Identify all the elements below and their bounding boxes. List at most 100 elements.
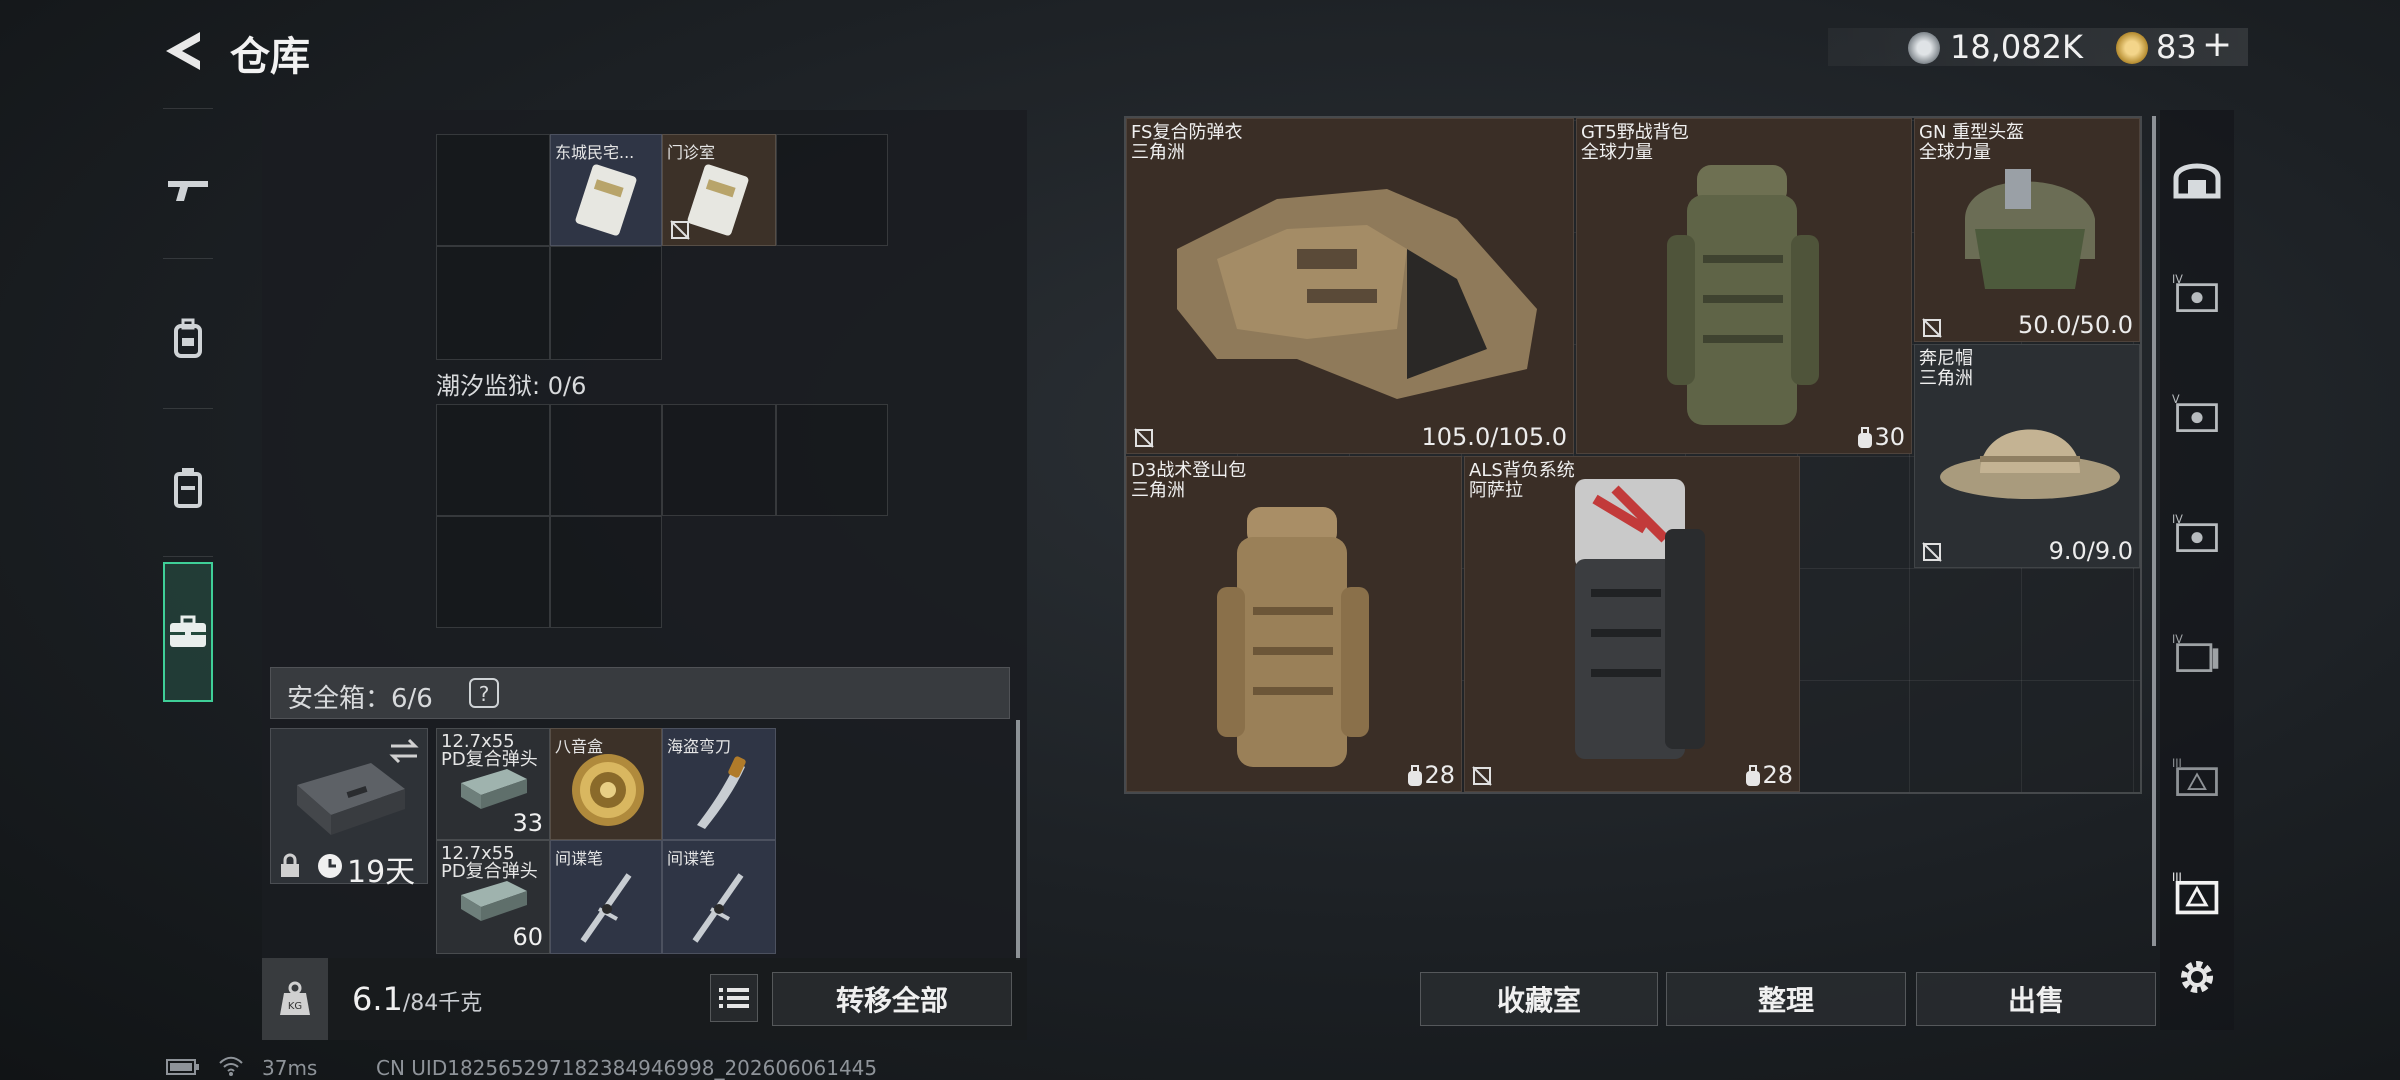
no-insurance-icon — [1922, 318, 1942, 338]
curved-knife-icon — [697, 756, 746, 829]
weight-readout: 6.1/84千克 — [352, 980, 482, 1018]
item-name: 间谍笔 — [667, 849, 716, 868]
grid-slot[interactable] — [436, 134, 550, 246]
knife-item[interactable]: 海盗弯刀 — [662, 728, 776, 840]
weight-value: 6.1 — [352, 980, 403, 1018]
battery-icon — [166, 1059, 199, 1075]
safebox-case[interactable]: 19天 — [270, 728, 428, 890]
safebox-label: 安全箱：6/6 — [287, 684, 433, 714]
settings-button[interactable] — [2172, 952, 2222, 1002]
heavy-helmet-icon — [1965, 169, 2095, 289]
ammo-item[interactable]: 12.7x55 PD复合弹头 60 — [436, 840, 550, 954]
clock-icon — [318, 854, 342, 878]
rail-scrollbar[interactable] — [2152, 116, 2156, 946]
grid-slot[interactable] — [776, 134, 888, 246]
add-currency-button[interactable]: + — [2202, 24, 2232, 65]
armor-item[interactable]: FS复合防弹衣 三角洲 105.0/105.0 — [1126, 118, 1574, 454]
keycard-item[interactable]: 东城民宅... — [550, 134, 662, 246]
wifi-icon — [219, 1056, 243, 1076]
no-insurance-icon — [1472, 766, 1492, 786]
item-source: 阿萨拉 — [1469, 480, 1523, 501]
backpack-item[interactable]: GT5野战背包 全球力量 30 — [1576, 118, 1912, 454]
item-name: 奔尼帽 — [1919, 348, 1973, 369]
filter-rig-iv[interactable]: IV — [2172, 628, 2222, 678]
item-name: FS复合防弹衣 — [1131, 122, 1243, 143]
rail-divider — [163, 408, 213, 409]
no-insurance-icon — [1134, 428, 1154, 448]
armor-filter-icon: IV — [2172, 513, 2218, 552]
capacity-icon — [1858, 427, 1872, 448]
field-backpack-icon — [1667, 165, 1819, 425]
filter-case-active[interactable]: III — [2172, 868, 2222, 918]
grid-slot[interactable] — [662, 404, 776, 516]
scrollbar[interactable] — [1016, 720, 1020, 960]
vest-icon — [174, 468, 202, 508]
tab-backpacks[interactable] — [163, 268, 213, 408]
list-view-button[interactable] — [710, 974, 758, 1022]
grid-slot[interactable] — [550, 404, 662, 516]
grid-slot[interactable] — [550, 516, 662, 628]
durability: 105.0/105.0 — [1421, 423, 1568, 451]
music-box-item[interactable]: 八音盒 — [550, 728, 662, 840]
item-count: 60 — [512, 923, 543, 951]
filter-armor-iv[interactable]: IV — [2172, 268, 2222, 318]
briefcase-icon — [170, 615, 206, 647]
rig-filter-icon: IV — [2172, 633, 2219, 672]
grid-slot[interactable] — [436, 516, 550, 628]
capacity: 28 — [1424, 761, 1455, 789]
filter-helmet[interactable] — [2172, 154, 2222, 204]
filter-case-iii[interactable]: III — [2172, 752, 2222, 802]
backpack-item[interactable]: D3战术登山包 三角洲 28 — [1126, 456, 1462, 792]
svg-text:KG: KG — [288, 1001, 302, 1012]
item-name: GN 重型头盔 — [1919, 122, 2025, 143]
capacity-icon — [1408, 765, 1422, 786]
backpack-icon — [174, 318, 202, 358]
grid-slot[interactable] — [550, 246, 662, 360]
tab-weapons[interactable] — [163, 120, 213, 260]
sell-button[interactable]: 出售 — [1916, 972, 2156, 1026]
keycard-icon — [575, 164, 637, 236]
weight-max: /84千克 — [402, 991, 483, 1016]
grid-slot[interactable] — [776, 404, 888, 516]
tab-cases[interactable] — [163, 562, 213, 702]
coupon-icon — [2116, 32, 2148, 64]
pen-icon — [692, 873, 744, 943]
no-insurance-icon — [1922, 542, 1942, 562]
spy-pen-item[interactable]: 间谍笔 — [550, 840, 662, 954]
mountaineering-backpack-icon — [1217, 507, 1369, 767]
item-source: 全球力量 — [1581, 142, 1653, 163]
filter-armor-v[interactable]: V — [2172, 388, 2222, 438]
safebox-header: 安全箱：6/6 ? — [270, 667, 1010, 719]
capacity: 30 — [1874, 423, 1905, 451]
item-source: 三角洲 — [1919, 368, 1973, 389]
hat-item[interactable]: 奔尼帽 三角洲 9.0/9.0 — [1914, 344, 2140, 568]
grid-slot[interactable] — [436, 246, 550, 360]
filter-armor-iv-2[interactable]: IV — [2172, 508, 2222, 558]
weight-icon: KG — [280, 981, 310, 1015]
keycard-item[interactable]: 门诊室 — [662, 134, 776, 246]
item-name: 东城民宅... — [555, 143, 635, 162]
capacity: 28 — [1762, 761, 1793, 789]
capacity-icon — [1746, 765, 1760, 786]
carrier-system-icon — [1575, 479, 1705, 759]
swap-icon[interactable] — [387, 737, 421, 765]
boonie-hat-icon — [1940, 429, 2120, 499]
sort-button[interactable]: 整理 — [1666, 972, 1906, 1026]
item-name: 间谍笔 — [555, 849, 604, 868]
durability: 9.0/9.0 — [2048, 537, 2133, 565]
container-label: 潮汐监狱: 0/6 — [436, 372, 587, 400]
transfer-all-button[interactable]: 转移全部 — [772, 972, 1012, 1026]
rail-divider — [163, 258, 213, 259]
help-button[interactable]: ? — [469, 678, 499, 708]
collection-room-button[interactable]: 收藏室 — [1420, 972, 1658, 1026]
ammo-item[interactable]: 12.7x55 PD复合弹头 33 — [436, 728, 550, 840]
spy-pen-item[interactable]: 间谍笔 — [662, 840, 776, 954]
grid-slot[interactable] — [436, 404, 550, 516]
backpack-item[interactable]: ALS背负系统 阿萨拉 28 — [1464, 456, 1800, 792]
back-arrow-icon[interactable] — [160, 28, 206, 74]
helmet-item[interactable]: GN 重型头盔 全球力量 50.0/50.0 — [1914, 118, 2140, 342]
item-name: D3战术登山包 — [1131, 460, 1247, 481]
item-name: 12.7x55 PD复合弹头 — [441, 845, 538, 881]
tab-vests[interactable] — [163, 418, 213, 558]
page-title: 仓库 — [230, 34, 310, 80]
